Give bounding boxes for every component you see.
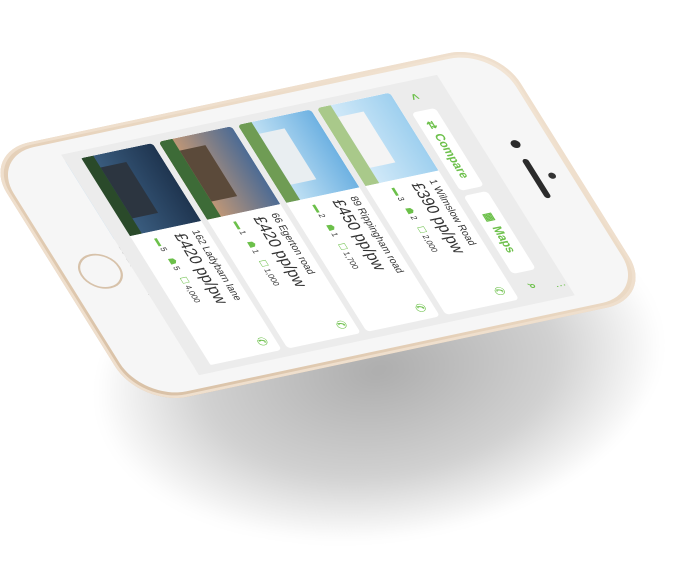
- map-icon: ▦: [480, 211, 499, 223]
- baths-stat: ☗2: [402, 206, 421, 221]
- beds-stat: ▬5: [153, 237, 171, 252]
- back-arrow-icon: <: [406, 92, 424, 102]
- bed-icon: ▬: [152, 236, 168, 247]
- phone-mockup: ⋮ < ⇄ Compare ▦ Maps ⌕ 1 Wilmslow Road £…: [0, 0, 675, 564]
- search-button[interactable]: ⌕: [515, 274, 550, 298]
- front-camera: [546, 172, 558, 180]
- area-value: 4,000: [182, 284, 203, 304]
- area-stat: ☐2,000: [97, 293, 124, 321]
- beds-count: 3: [395, 196, 407, 202]
- area-square-icon: ☐: [98, 292, 113, 302]
- area-square-icon: ☐: [177, 275, 192, 285]
- baths-count: 2: [408, 215, 420, 221]
- front-sensor: [508, 139, 523, 149]
- baths-count: 5: [170, 265, 183, 272]
- bed-icon: ▬: [310, 203, 326, 214]
- earpiece-speaker: [521, 158, 552, 199]
- back-button[interactable]: <: [398, 86, 432, 108]
- compare-arrows-icon: ⇄: [423, 119, 441, 131]
- beds-count: 1: [237, 229, 249, 236]
- baths-count: 1: [249, 248, 262, 255]
- beds-count: 2: [316, 212, 328, 219]
- baths-count: 1: [329, 231, 341, 238]
- area-value: 2,000: [103, 301, 124, 321]
- beds-count: 5: [158, 246, 170, 253]
- phone-frame: ⋮ < ⇄ Compare ▦ Maps ⌕ 1 Wilmslow Road £…: [0, 43, 655, 407]
- home-button[interactable]: [70, 250, 131, 293]
- beds-stat: ▬2: [311, 203, 329, 218]
- area-value: 2,000: [420, 234, 440, 254]
- beds-stat: ▬1: [232, 220, 250, 235]
- baths-stat: ☗1: [244, 240, 263, 255]
- photo-grass: [61, 172, 63, 254]
- people-icon: ☗: [323, 223, 338, 233]
- baths-stat: ☗5: [165, 257, 184, 272]
- area-square-icon: ☐: [335, 242, 350, 252]
- people-icon: ☗: [402, 206, 417, 216]
- area-value: 1,700: [340, 250, 361, 270]
- phone-face: ⋮ < ⇄ Compare ▦ Maps ⌕ 1 Wilmslow Road £…: [0, 49, 646, 401]
- bed-icon: ▬: [389, 186, 405, 197]
- search-icon: ⌕: [524, 281, 543, 291]
- tab-maps-label: Maps: [488, 224, 520, 254]
- app-screen: ⋮ < ⇄ Compare ▦ Maps ⌕ 1 Wilmslow Road £…: [61, 74, 575, 376]
- photo-house: [61, 178, 79, 236]
- area-value: 1,000: [261, 267, 282, 287]
- people-icon: ☗: [244, 239, 259, 249]
- area-square-icon: ☐: [256, 259, 271, 268]
- people-icon: ☗: [165, 256, 180, 266]
- beds-stat: ▬3: [390, 186, 408, 201]
- bed-icon: ▬: [231, 220, 247, 230]
- baths-stat: ☗1: [323, 223, 342, 238]
- area-square-icon: ☐: [414, 225, 429, 235]
